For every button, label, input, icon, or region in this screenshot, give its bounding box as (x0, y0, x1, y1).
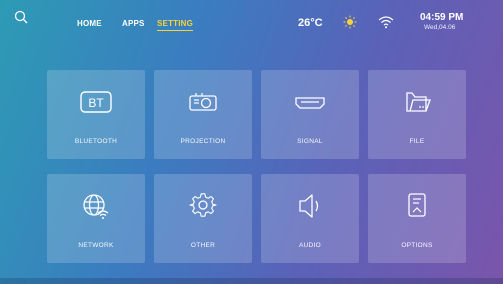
tile-other[interactable]: OTHER (154, 174, 252, 263)
options-document-icon (408, 193, 426, 217)
tile-label: OPTIONS (401, 242, 433, 249)
search-icon[interactable] (14, 10, 28, 24)
clock-time: 04:59 PM (420, 12, 464, 23)
tile-signal[interactable]: SIGNAL (261, 70, 359, 159)
hdmi-signal-icon (295, 97, 325, 109)
temperature-readout: 26°C (298, 17, 323, 29)
bluetooth-icon-text: BT (88, 96, 104, 110)
projector-icon (189, 93, 217, 111)
tile-network[interactable]: NETWORK (47, 174, 145, 263)
tile-projection[interactable]: PROJECTION (154, 70, 252, 159)
top-bar: HOME APPS SETTING 26°C 04:59 PM Wed,04.0… (0, 0, 503, 36)
tile-label: SIGNAL (297, 138, 323, 145)
tile-audio[interactable]: AUDIO (261, 174, 359, 263)
tile-label: AUDIO (298, 242, 322, 249)
nav-apps[interactable]: APPS (122, 19, 145, 28)
settings-screen: HOME APPS SETTING 26°C 04:59 PM Wed,04.0… (0, 0, 503, 284)
tile-label: OTHER (190, 242, 216, 249)
wifi-icon[interactable] (378, 14, 394, 30)
folder-icon (406, 92, 431, 112)
gear-icon (189, 193, 217, 217)
tile-label: FILE (409, 138, 425, 145)
bluetooth-icon: BT (80, 91, 112, 113)
tile-label: BLUETOOTH (74, 138, 118, 145)
sun-icon (343, 15, 357, 29)
bottom-strip (0, 278, 503, 284)
nav-home[interactable]: HOME (77, 19, 102, 28)
tile-label: PROJECTION (180, 138, 226, 145)
tile-bluetooth[interactable]: BT BLUETOOTH (47, 70, 145, 159)
clock-date: Wed,04.06 (424, 24, 456, 31)
nav-setting[interactable]: SETTING (157, 19, 194, 31)
network-globe-icon (83, 194, 109, 219)
tile-label: NETWORK (78, 242, 114, 249)
speaker-icon (299, 194, 319, 218)
tile-file[interactable]: FILE (368, 70, 466, 159)
tile-options[interactable]: OPTIONS (368, 174, 466, 263)
